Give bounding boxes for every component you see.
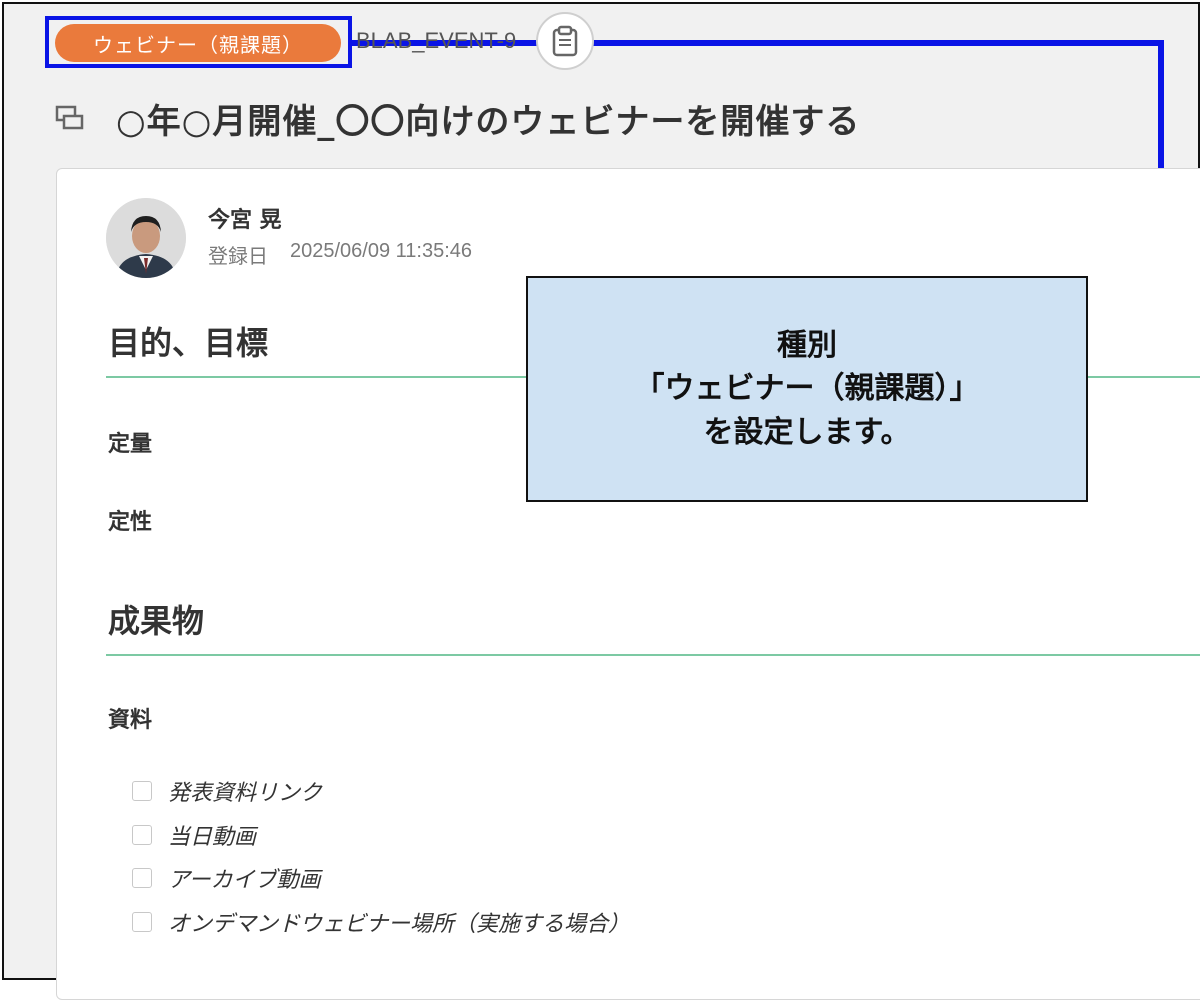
clipboard-icon (552, 25, 578, 57)
callout-line-1: 種別 (777, 327, 837, 363)
event-id: BLAB_EVENT-9 (356, 28, 517, 53)
checkbox[interactable] (132, 868, 152, 888)
copy-button[interactable] (536, 12, 594, 70)
checkbox[interactable] (132, 912, 152, 932)
materials-heading: 資料 (108, 708, 153, 733)
checklist-label: 発表資料リンク (168, 781, 323, 806)
page-title: ○年○月開催_〇〇向けのウェビナーを開催する (116, 102, 861, 142)
registered-date: 2025/06/09 11:35:46 (290, 240, 473, 262)
deliverables-heading: 成果物 (108, 602, 205, 640)
registered-label: 登録日 (208, 244, 268, 268)
avatar-image (106, 198, 186, 278)
callout-line-2: 「ウェビナー（親課題）」 (634, 371, 980, 407)
checklist-item[interactable]: オンデマンドウェビナー場所（実施する場合） (132, 906, 630, 938)
author-name: 今宮 晃 (208, 208, 282, 233)
task-icon (55, 105, 84, 130)
goals-heading: 目的、目標 (108, 324, 269, 362)
checkbox[interactable] (132, 825, 152, 845)
callout-line-3: を設定します。 (703, 414, 911, 450)
checklist-label: オンデマンドウェビナー場所（実施する場合） (168, 912, 631, 937)
avatar[interactable] (106, 198, 186, 278)
qualitative-heading: 定性 (108, 510, 153, 535)
deliverables-divider (106, 654, 1200, 656)
checklist-item[interactable]: 当日動画 (132, 819, 256, 851)
checklist-label: 当日動画 (168, 825, 257, 850)
checklist-item[interactable]: アーカイブ動画 (132, 862, 321, 894)
checklist-label: アーカイブ動画 (168, 868, 321, 893)
checklist-item[interactable]: 発表資料リンク (132, 775, 322, 807)
checkbox[interactable] (132, 781, 152, 801)
annotation-callout: 種別 「ウェビナー（親課題）」 を設定します。 (526, 276, 1088, 502)
highlight-box (45, 16, 352, 68)
quantitative-heading: 定量 (108, 432, 153, 457)
